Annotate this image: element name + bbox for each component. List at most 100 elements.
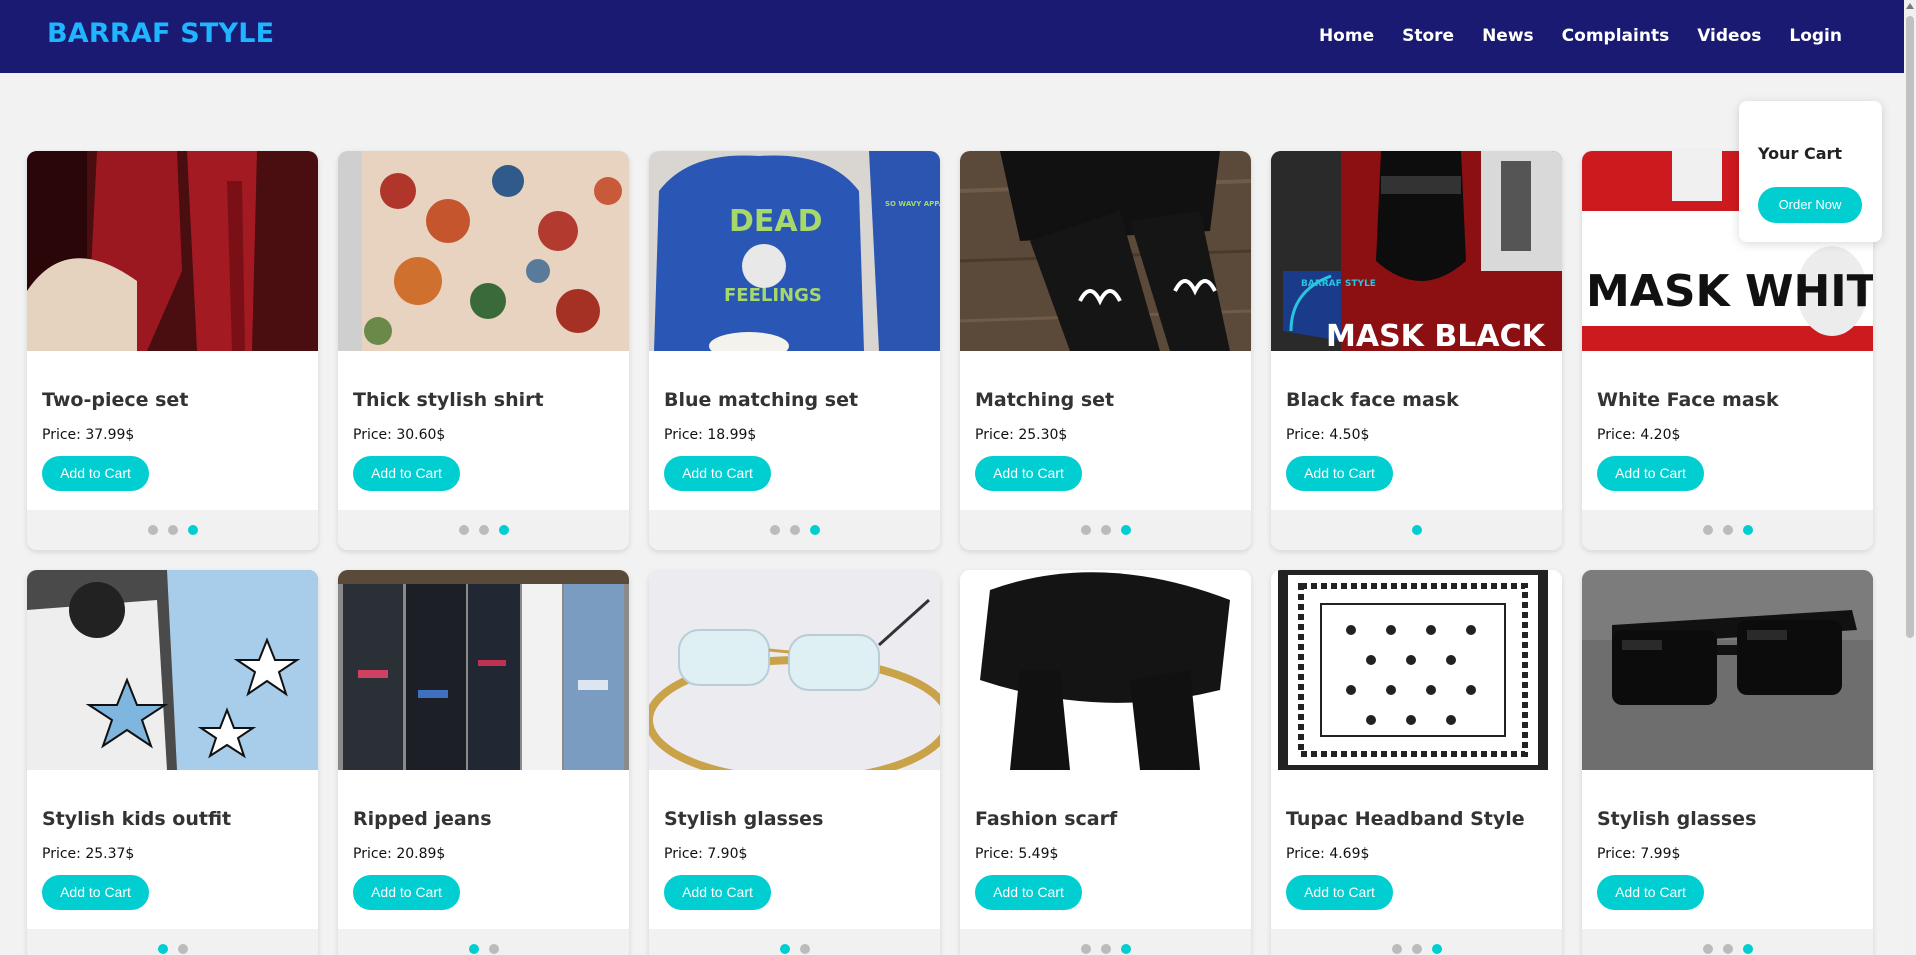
nav-news[interactable]: News (1482, 26, 1534, 46)
add-to-cart-button[interactable]: Add to Cart (1597, 456, 1704, 491)
add-to-cart-button[interactable]: Add to Cart (353, 875, 460, 910)
carousel-dot-active[interactable] (809, 525, 820, 535)
page-scrollbar[interactable] (1904, 0, 1916, 955)
product-card: Fashion scarf Price: 5.49$ Add to Cart (960, 570, 1251, 955)
product-card: Thick stylish shirt Price: 30.60$ Add to… (338, 151, 629, 550)
add-to-cart-button[interactable]: Add to Cart (1597, 875, 1704, 910)
carousel-dot[interactable] (769, 525, 780, 535)
add-to-cart-button[interactable]: Add to Cart (664, 875, 771, 910)
product-price: Price: 25.30$ (975, 427, 1068, 443)
carousel-dot-active[interactable] (187, 525, 198, 535)
product-price: Price: 7.90$ (664, 846, 748, 862)
carousel-dot[interactable] (177, 944, 188, 954)
product-card: Ripped jeans Price: 20.89$ Add to Cart (338, 570, 629, 955)
carousel-dot[interactable] (799, 944, 810, 954)
carousel-dot[interactable] (488, 944, 499, 954)
product-image[interactable] (960, 151, 1251, 351)
product-title: Fashion scarf (975, 808, 1118, 830)
nav-store[interactable]: Store (1402, 26, 1454, 46)
brand-logo[interactable]: BARRAF STYLE (47, 18, 274, 49)
carousel-dot[interactable] (1080, 525, 1091, 535)
carousel-dot[interactable] (458, 525, 469, 535)
nav-complaints[interactable]: Complaints (1562, 26, 1670, 46)
carousel-dot-active[interactable] (1431, 944, 1442, 954)
carousel-dot[interactable] (1100, 525, 1111, 535)
product-price: Price: 4.20$ (1597, 427, 1681, 443)
carousel-dot[interactable] (1100, 944, 1111, 954)
cart-title: Your Cart (1758, 144, 1843, 163)
product-card: Matching set Price: 25.30$ Add to Cart (960, 151, 1251, 550)
product-price: Price: 18.99$ (664, 427, 757, 443)
add-to-cart-button[interactable]: Add to Cart (1286, 456, 1393, 491)
product-title: Thick stylish shirt (353, 389, 544, 411)
carousel-dot[interactable] (1391, 944, 1402, 954)
carousel-dot[interactable] (1080, 944, 1091, 954)
product-image[interactable]: DEAD FEELINGS SO WAVY APPAREL (649, 151, 940, 351)
carousel-dot-active[interactable] (157, 944, 168, 954)
carousel-dot[interactable] (1702, 525, 1713, 535)
carousel-dots (338, 929, 629, 955)
carousel-dot[interactable] (147, 525, 158, 535)
product-title: Tupac Headband Style (1286, 808, 1525, 830)
scrollbar-thumb[interactable] (1906, 16, 1914, 638)
carousel-dot-active[interactable] (1120, 525, 1131, 535)
image-text: BARRAF STYLE (1301, 279, 1376, 289)
product-image[interactable] (338, 570, 629, 770)
carousel-dot[interactable] (1722, 944, 1733, 954)
carousel-dot-active[interactable] (1742, 525, 1753, 535)
nav-home[interactable]: Home (1319, 26, 1374, 46)
carousel-dot[interactable] (478, 525, 489, 535)
product-card: Tupac Headband Style Price: 4.69$ Add to… (1271, 570, 1562, 955)
carousel-dot-active[interactable] (779, 944, 790, 954)
add-to-cart-button[interactable]: Add to Cart (664, 456, 771, 491)
carousel-dot-active[interactable] (1120, 944, 1131, 954)
order-now-button[interactable]: Order Now (1758, 187, 1862, 223)
add-to-cart-button[interactable]: Add to Cart (353, 456, 460, 491)
product-image[interactable] (1582, 570, 1873, 770)
add-to-cart-button[interactable]: Add to Cart (975, 875, 1082, 910)
carousel-dot[interactable] (1702, 944, 1713, 954)
carousel-dot-active[interactable] (468, 944, 479, 954)
add-to-cart-button[interactable]: Add to Cart (975, 456, 1082, 491)
carousel-dots (1582, 510, 1873, 550)
scroll-up-arrow-icon[interactable] (1906, 3, 1914, 9)
product-title: Stylish glasses (664, 808, 824, 830)
product-price: Price: 4.69$ (1286, 846, 1370, 862)
carousel-dots (960, 929, 1251, 955)
carousel-dots (27, 510, 318, 550)
product-image[interactable] (1271, 570, 1562, 770)
product-image[interactable] (960, 570, 1251, 770)
product-price: Price: 30.60$ (353, 427, 446, 443)
carousel-dots (649, 929, 940, 955)
product-image[interactable]: BARRAF STYLE MASK BLACK (1271, 151, 1562, 351)
product-title: Stylish glasses (1597, 808, 1757, 830)
add-to-cart-button[interactable]: Add to Cart (42, 875, 149, 910)
top-navbar: BARRAF STYLE Home Store News Complaints … (0, 0, 1904, 73)
product-image[interactable] (338, 151, 629, 351)
nav-login[interactable]: Login (1789, 26, 1842, 46)
carousel-dot-active[interactable] (498, 525, 509, 535)
carousel-dot-active[interactable] (1411, 525, 1422, 535)
product-price: Price: 25.37$ (42, 846, 135, 862)
carousel-dots (338, 510, 629, 550)
product-title: Matching set (975, 389, 1115, 411)
carousel-dot[interactable] (1722, 525, 1733, 535)
product-card: Stylish kids outfit Price: 25.37$ Add to… (27, 570, 318, 955)
add-to-cart-button[interactable]: Add to Cart (1286, 875, 1393, 910)
image-text: DEAD (729, 204, 823, 239)
carousel-dot[interactable] (1411, 944, 1422, 954)
product-image[interactable] (27, 570, 318, 770)
product-image[interactable] (27, 151, 318, 351)
product-price: Price: 37.99$ (42, 427, 135, 443)
product-title: Stylish kids outfit (42, 808, 232, 830)
carousel-dot-active[interactable] (1742, 944, 1753, 954)
carousel-dot[interactable] (167, 525, 178, 535)
product-card: Stylish glasses Price: 7.90$ Add to Cart (649, 570, 940, 955)
image-text: FEELINGS (724, 285, 822, 306)
nav-videos[interactable]: Videos (1697, 26, 1761, 46)
carousel-dot[interactable] (789, 525, 800, 535)
product-title: Black face mask (1286, 389, 1459, 411)
add-to-cart-button[interactable]: Add to Cart (42, 456, 149, 491)
product-image[interactable] (649, 570, 940, 770)
cart-panel: Your Cart Order Now (1739, 101, 1882, 242)
